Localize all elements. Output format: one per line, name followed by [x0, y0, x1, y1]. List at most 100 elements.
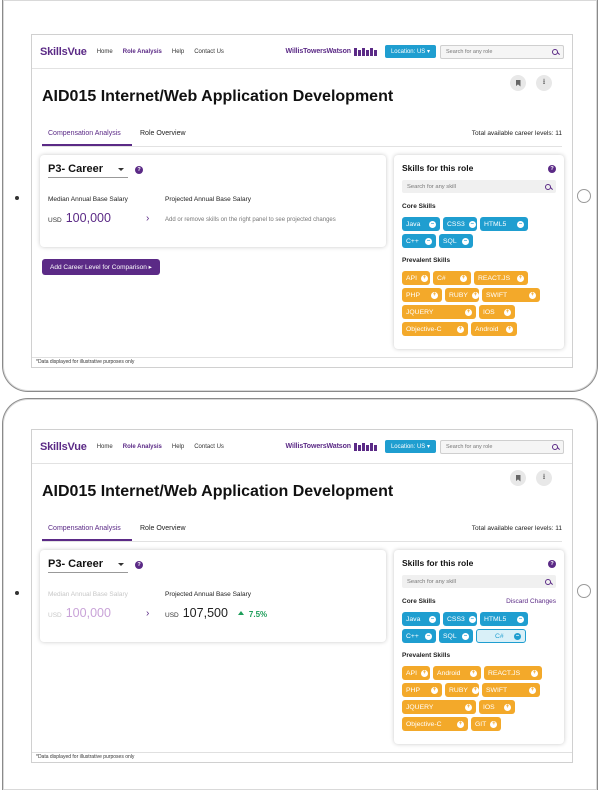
plus-circle-icon[interactable]: + — [460, 274, 467, 282]
skill-chip[interactable]: CSS3– — [443, 612, 477, 626]
skill-chip[interactable]: PHP + — [402, 683, 442, 697]
chevron-down-icon[interactable] — [118, 563, 124, 566]
role-search-input[interactable]: Search for any role — [440, 44, 564, 59]
plus-circle-icon[interactable]: + — [529, 686, 536, 694]
minus-circle-icon[interactable]: – — [468, 220, 476, 228]
bookmark-button[interactable] — [510, 470, 526, 486]
skill-chip[interactable]: API + — [402, 271, 430, 285]
discard-changes-link[interactable]: Discard Changes — [506, 598, 556, 605]
minus-circle-icon[interactable]: – — [425, 632, 432, 640]
search-icon[interactable] — [545, 183, 551, 190]
skill-chip[interactable]: SWIFT + — [482, 683, 540, 697]
bookmark-button[interactable] — [510, 75, 526, 91]
plus-circle-icon[interactable]: + — [420, 274, 428, 282]
plus-circle-icon[interactable]: + — [504, 703, 511, 711]
skill-chip[interactable]: Objective-C + — [402, 322, 468, 336]
skill-chip[interactable]: SQL – — [439, 629, 473, 643]
plus-circle-icon[interactable]: + — [517, 274, 524, 282]
location-button[interactable]: Location: US ▾ — [384, 45, 436, 58]
plus-circle-icon[interactable]: + — [506, 325, 513, 333]
skill-chip[interactable]: C++ – — [402, 234, 436, 248]
tab-compensation-analysis[interactable]: Compensation Analysis — [48, 525, 121, 532]
download-button[interactable]: ⭳ — [536, 75, 552, 91]
plus-circle-icon[interactable]: + — [431, 686, 438, 694]
plus-circle-icon[interactable]: + — [490, 720, 498, 728]
chevron-down-icon[interactable] — [118, 168, 124, 171]
help-icon[interactable]: ? — [548, 560, 556, 568]
app-logo[interactable]: SkillsVue — [40, 441, 87, 453]
minus-circle-icon[interactable]: – — [425, 237, 432, 245]
plus-circle-icon[interactable]: + — [420, 669, 428, 677]
plus-circle-icon[interactable]: + — [471, 686, 479, 694]
home-button[interactable] — [577, 189, 591, 203]
plus-circle-icon[interactable]: + — [457, 325, 464, 333]
nav-home[interactable]: Home — [97, 49, 113, 55]
skill-chip[interactable]: Android + — [433, 666, 481, 680]
skill-chip[interactable]: Java – — [402, 217, 440, 231]
search-icon[interactable] — [552, 48, 558, 55]
plus-circle-icon[interactable]: + — [531, 669, 538, 677]
plus-circle-icon[interactable]: + — [465, 703, 472, 711]
skill-chip[interactable]: Objective-C + — [402, 717, 468, 731]
help-icon[interactable]: ? — [135, 166, 143, 174]
nav-help[interactable]: Help — [172, 49, 184, 55]
skill-chip[interactable]: IOS + — [479, 700, 515, 714]
nav-help[interactable]: Help — [172, 444, 184, 450]
search-icon[interactable] — [552, 443, 558, 450]
skill-chip[interactable]: REACT.JS + — [474, 271, 528, 285]
skill-chip[interactable]: CSS3– — [443, 217, 477, 231]
skill-chip[interactable]: REACT.JS + — [484, 666, 542, 680]
home-button[interactable] — [577, 584, 591, 598]
plus-circle-icon[interactable]: + — [529, 291, 536, 299]
tab-role-overview[interactable]: Role Overview — [140, 525, 186, 532]
skill-chip[interactable]: SQL – — [439, 234, 473, 248]
minus-circle-icon[interactable]: – — [429, 220, 436, 228]
search-icon[interactable] — [545, 578, 551, 585]
app-logo[interactable]: SkillsVue — [40, 46, 87, 58]
skill-chip-added[interactable]: C# – — [476, 629, 526, 643]
plus-circle-icon[interactable]: + — [504, 308, 511, 316]
add-career-level-button[interactable]: Add Career Level for Comparison ▸ — [42, 259, 160, 275]
nav-home[interactable]: Home — [97, 444, 113, 450]
skill-chip[interactable]: RUBY + — [445, 683, 479, 697]
skill-chip[interactable]: IOS + — [479, 305, 515, 319]
skill-chip[interactable]: C++ – — [402, 629, 436, 643]
minus-circle-icon[interactable]: – — [517, 615, 524, 623]
nav-contact-us[interactable]: Contact Us — [194, 444, 224, 450]
plus-circle-icon[interactable]: + — [431, 291, 438, 299]
skill-chip[interactable]: Java – — [402, 612, 440, 626]
tab-compensation-analysis[interactable]: Compensation Analysis — [48, 130, 121, 137]
skill-chip[interactable]: PHP + — [402, 288, 442, 302]
skill-chip[interactable]: HTML5 – — [480, 217, 528, 231]
plus-circle-icon[interactable]: + — [471, 291, 479, 299]
skill-search-input[interactable]: Search for any skill — [402, 575, 556, 588]
help-icon[interactable]: ? — [548, 165, 556, 173]
help-icon[interactable]: ? — [135, 561, 143, 569]
skill-chip[interactable]: RUBY + — [445, 288, 479, 302]
minus-circle-icon[interactable]: – — [468, 615, 476, 623]
plus-circle-icon[interactable]: + — [470, 669, 477, 677]
plus-circle-icon[interactable]: + — [457, 720, 464, 728]
download-button[interactable]: ⭳ — [536, 470, 552, 486]
career-level-select[interactable]: P3- Career — [48, 558, 103, 570]
nav-contact-us[interactable]: Contact Us — [194, 49, 224, 55]
nav-role-analysis[interactable]: Role Analysis — [123, 49, 162, 55]
skill-chip[interactable]: JQUERY + — [402, 305, 476, 319]
tab-role-overview[interactable]: Role Overview — [140, 130, 186, 137]
skill-chip[interactable]: GIT + — [471, 717, 501, 731]
minus-circle-icon[interactable]: – — [462, 632, 469, 640]
skill-chip[interactable]: JQUERY + — [402, 700, 476, 714]
nav-role-analysis[interactable]: Role Analysis — [123, 444, 162, 450]
minus-circle-icon[interactable]: – — [514, 632, 521, 640]
minus-circle-icon[interactable]: – — [462, 237, 469, 245]
role-search-input[interactable]: Search for any role — [440, 439, 564, 454]
career-level-select[interactable]: P3- Career — [48, 163, 103, 175]
skill-search-input[interactable]: Search for any skill — [402, 180, 556, 193]
skill-chip[interactable]: API + — [402, 666, 430, 680]
skill-chip[interactable]: Android + — [471, 322, 517, 336]
location-button[interactable]: Location: US ▾ — [384, 440, 436, 453]
minus-circle-icon[interactable]: – — [517, 220, 524, 228]
skill-chip[interactable]: C# + — [433, 271, 471, 285]
skill-chip[interactable]: HTML5 – — [480, 612, 528, 626]
plus-circle-icon[interactable]: + — [465, 308, 472, 316]
